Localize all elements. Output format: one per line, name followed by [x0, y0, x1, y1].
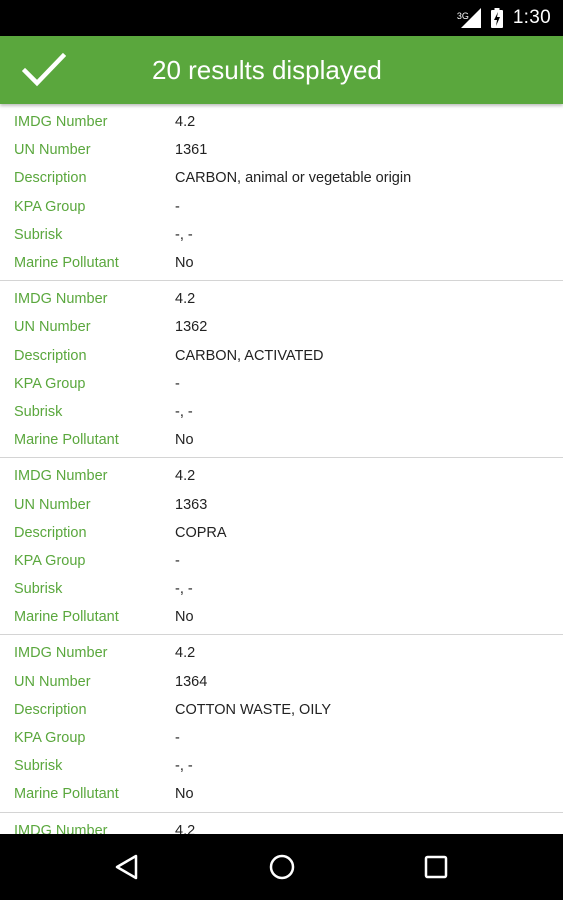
un-number-label: UN Number	[14, 673, 91, 690]
kpa-group-label: KPA Group	[14, 198, 86, 215]
home-icon	[269, 854, 295, 880]
subrisk-label: Subrisk	[14, 758, 63, 775]
signal-icon: 3G	[456, 8, 481, 28]
subrisk-label: Subrisk	[14, 226, 63, 243]
imdg-number-row: IMDG Number 4.2	[0, 108, 563, 136]
description-label: Description	[14, 347, 87, 364]
marine-pollutant-value: No	[175, 432, 194, 449]
imdg-number-label: IMDG Number	[14, 645, 108, 662]
status-bar: 3G 1:30	[0, 0, 563, 36]
imdg-number-value: 4.2	[175, 291, 196, 308]
result-item[interactable]: IMDG Number 4.2 UN Number 1364 Description CO…	[0, 635, 563, 813]
marine-pollutant-label: Marine Pollutant	[14, 432, 119, 449]
marine-pollutant-label: Marine Pollutant	[14, 609, 119, 626]
kpa-group-value: -	[175, 375, 180, 392]
un-number-row: UN Number 1362	[0, 313, 563, 341]
marine-pollutant-value: No	[175, 609, 194, 626]
confirm-button[interactable]	[16, 45, 72, 95]
description-value: COPRA	[175, 524, 227, 541]
imdg-number-row: IMDG Number 4.2	[0, 639, 563, 667]
kpa-group-value: -	[175, 552, 180, 569]
un-number-value: 1362	[175, 319, 208, 336]
clock: 1:30	[512, 7, 551, 28]
description-label: Description	[14, 170, 87, 187]
home-button[interactable]	[262, 847, 302, 887]
imdg-number-row: IMDG Number 4.2	[0, 285, 563, 313]
kpa-group-row: KPA Group -	[0, 724, 563, 752]
kpa-group-label: KPA Group	[14, 730, 86, 747]
subrisk-value: -, -	[175, 758, 193, 775]
status-icons: 3G 1:30	[456, 0, 551, 36]
description-value: CARBON, animal or vegetable origin	[175, 170, 412, 187]
subrisk-value: -, -	[175, 581, 193, 598]
imdg-number-value: 4.2	[175, 645, 196, 662]
un-number-value: 1363	[175, 496, 208, 513]
description-value: CARBON, ACTIVATED	[175, 347, 324, 364]
kpa-group-label: KPA Group	[14, 552, 86, 569]
back-icon	[115, 854, 138, 880]
description-row: Description CARBON, animal or vegetable o…	[0, 164, 563, 192]
marine-pollutant-row: Marine Pollutant No	[0, 780, 563, 808]
subrisk-value: -, -	[175, 226, 193, 243]
imdg-number-label: IMDG Number	[14, 114, 108, 131]
un-number-value: 1361	[175, 142, 208, 159]
description-row: Description COPRA	[0, 519, 563, 547]
description-row: Description CARBON, ACTIVATED	[0, 342, 563, 370]
results-list[interactable]: IMDG Number 4.2 UN Number 1361 Description CA…	[0, 104, 563, 834]
action-bar: 20 results displayed	[0, 36, 563, 104]
un-number-value: 1364	[175, 673, 208, 690]
imdg-number-row: IMDG Number 4.2	[0, 462, 563, 490]
un-number-label: UN Number	[14, 142, 91, 159]
subrisk-value: -, -	[175, 403, 193, 420]
description-value: COTTON WASTE, OILY	[175, 701, 332, 718]
description-row: Description COTTON WASTE, OILY	[0, 696, 563, 724]
imdg-number-value: 4.2	[175, 114, 196, 131]
kpa-group-row: KPA Group -	[0, 547, 563, 575]
recents-icon	[424, 855, 448, 879]
back-button[interactable]	[107, 847, 147, 887]
result-item[interactable]: IMDG Number 4.2 UN Number 1362 Description CA…	[0, 281, 563, 459]
kpa-group-row: KPA Group -	[0, 370, 563, 398]
marine-pollutant-row: Marine Pollutant No	[0, 426, 563, 454]
result-item[interactable]: IMDG Number 4.2 UN Number 1361 Description CA…	[0, 104, 563, 282]
marine-pollutant-value: No	[175, 255, 194, 272]
kpa-group-row: KPA Group -	[0, 193, 563, 221]
subrisk-row: Subrisk -, -	[0, 398, 563, 426]
subrisk-label: Subrisk	[14, 403, 63, 420]
marine-pollutant-value: No	[175, 786, 194, 803]
subrisk-row: Subrisk -, -	[0, 221, 563, 249]
imdg-number-value: 4.2	[175, 822, 196, 834]
imdg-number-label: IMDG Number	[14, 822, 108, 834]
network-type-label: 3G	[456, 11, 469, 21]
un-number-label: UN Number	[14, 319, 91, 336]
result-item[interactable]: IMDG Number 4.2 UN Number 1363 Description CO…	[0, 458, 563, 636]
description-label: Description	[14, 701, 87, 718]
navigation-bar	[0, 834, 563, 900]
un-number-row: UN Number 1364	[0, 668, 563, 696]
marine-pollutant-row: Marine Pollutant No	[0, 603, 563, 631]
marine-pollutant-label: Marine Pollutant	[14, 255, 119, 272]
subrisk-row: Subrisk -, -	[0, 752, 563, 780]
page-title: 20 results displayed	[152, 54, 382, 85]
description-label: Description	[14, 524, 87, 541]
un-number-label: UN Number	[14, 496, 91, 513]
result-item[interactable]: IMDG Number 4.2	[0, 813, 563, 834]
imdg-number-label: IMDG Number	[14, 468, 108, 485]
subrisk-row: Subrisk -, -	[0, 575, 563, 603]
subrisk-label: Subrisk	[14, 581, 63, 598]
un-number-row: UN Number 1363	[0, 490, 563, 518]
marine-pollutant-label: Marine Pollutant	[14, 786, 119, 803]
kpa-group-label: KPA Group	[14, 375, 86, 392]
un-number-row: UN Number 1361	[0, 136, 563, 164]
kpa-group-value: -	[175, 198, 180, 215]
check-icon	[22, 52, 66, 87]
recents-button[interactable]	[416, 847, 456, 887]
marine-pollutant-row: Marine Pollutant No	[0, 249, 563, 277]
imdg-number-value: 4.2	[175, 468, 196, 485]
kpa-group-value: -	[175, 730, 180, 747]
battery-icon	[490, 8, 503, 28]
imdg-number-row: IMDG Number 4.2	[0, 817, 563, 834]
imdg-number-label: IMDG Number	[14, 291, 108, 308]
